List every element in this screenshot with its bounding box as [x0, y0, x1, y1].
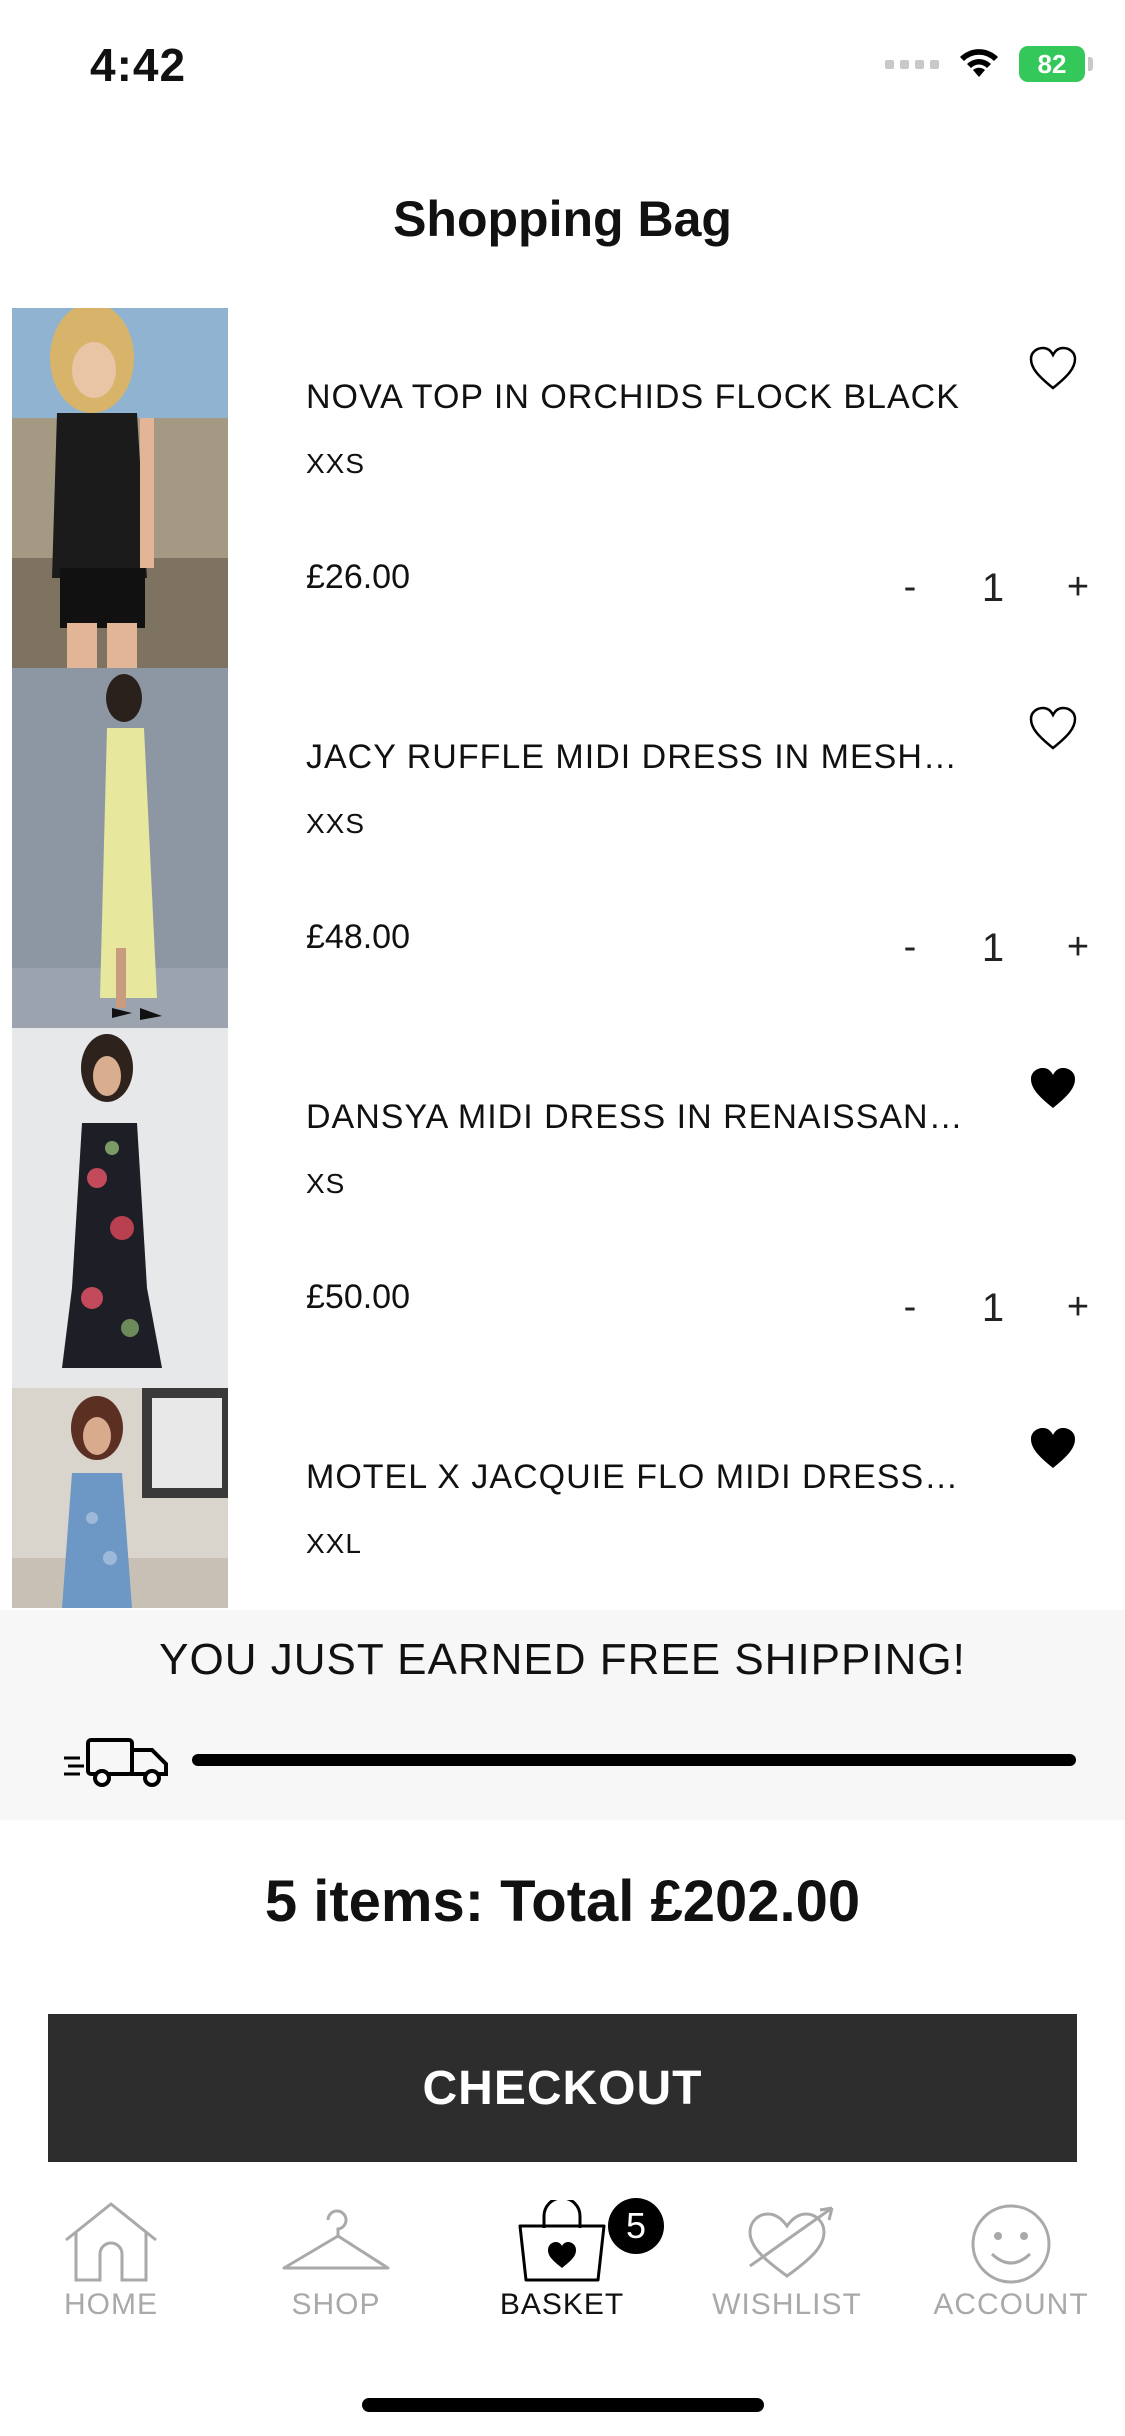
- quantity-decrease-button[interactable]: -: [880, 566, 940, 609]
- item-price: £48.00: [306, 918, 410, 956]
- item-size: XXL: [306, 1528, 362, 1559]
- wishlist-heart-outline-icon[interactable]: [1028, 706, 1078, 752]
- tab-home[interactable]: HOME: [6, 2200, 216, 2330]
- item-price: £26.00: [306, 558, 410, 596]
- tab-label: ACCOUNT: [933, 2288, 1089, 2321]
- quantity-stepper[interactable]: - 1 +: [880, 926, 1120, 986]
- quantity-stepper[interactable]: - 1 +: [880, 1286, 1120, 1346]
- item-name[interactable]: NOVA TOP IN ORCHIDS FLOCK BLACK: [306, 378, 966, 417]
- heart-arrow-icon: [748, 2206, 834, 2278]
- item-price: £50.00: [306, 1278, 410, 1316]
- wishlist-heart-filled-icon[interactable]: [1028, 1426, 1078, 1472]
- bag-item[interactable]: NOVA TOP IN ORCHIDS FLOCK BLACK XXS £26.…: [0, 308, 1125, 668]
- item-size: XXS: [306, 448, 366, 479]
- item-size: XXS: [306, 808, 366, 839]
- tab-wishlist[interactable]: WISHLIST: [682, 2200, 892, 2330]
- product-image[interactable]: [12, 1028, 228, 1388]
- home-indicator[interactable]: [362, 2398, 764, 2412]
- quantity-decrease-button[interactable]: -: [880, 1286, 940, 1329]
- quantity-value: 1: [981, 1286, 1005, 1330]
- status-time: 4:42: [90, 39, 187, 91]
- bag-item-list[interactable]: NOVA TOP IN ORCHIDS FLOCK BLACK XXS £26.…: [0, 308, 1125, 1608]
- free-shipping-banner: YOU JUST EARNED FREE SHIPPING!: [0, 1610, 1125, 1820]
- quantity-increase-button[interactable]: +: [1048, 1286, 1108, 1329]
- product-image[interactable]: [12, 1388, 228, 1608]
- quantity-value: 1: [981, 926, 1005, 970]
- quantity-stepper[interactable]: - 1 +: [880, 566, 1120, 626]
- order-total: 5 items: Total £202.00: [264, 1869, 861, 1934]
- tab-account[interactable]: ACCOUNT: [906, 2200, 1116, 2330]
- bag-item[interactable]: JACY RUFFLE MIDI DRESS IN MESH L... XXS …: [0, 668, 1125, 1028]
- bag-item[interactable]: DANSYA MIDI DRESS IN RENAISSANC... XS £5…: [0, 1028, 1125, 1388]
- basket-count-badge: 5: [608, 2198, 664, 2254]
- item-size: XS: [306, 1168, 346, 1199]
- quantity-increase-button[interactable]: +: [1048, 926, 1108, 969]
- delivery-truck-icon: [64, 1738, 168, 1787]
- page-title: Shopping Bag: [393, 191, 732, 247]
- tab-label: BASKET: [499, 2288, 625, 2321]
- smiley-icon: [971, 2204, 1051, 2284]
- cellular-signal-icon: [885, 59, 939, 69]
- battery-level: 82: [1037, 48, 1067, 79]
- checkout-button[interactable]: CHECKOUT: [48, 2014, 1077, 2162]
- free-shipping-message: YOU JUST EARNED FREE SHIPPING!: [159, 1635, 966, 1684]
- tab-shop[interactable]: SHOP: [231, 2200, 441, 2330]
- shipping-progress-bar: [192, 1754, 1076, 1766]
- basket-icon: [518, 2200, 606, 2282]
- status-indicators: 82: [885, 46, 1093, 82]
- quantity-increase-button[interactable]: +: [1048, 566, 1108, 609]
- wishlist-heart-outline-icon[interactable]: [1028, 346, 1078, 392]
- product-image[interactable]: [12, 308, 228, 668]
- house-icon: [65, 2202, 157, 2282]
- quantity-value: 1: [981, 566, 1005, 610]
- tab-label: HOME: [64, 2288, 158, 2321]
- bag-item[interactable]: MOTEL X JACQUIE FLO MIDI DRESS I... XXL: [0, 1388, 1125, 1608]
- tab-label: SHOP: [291, 2288, 381, 2321]
- tab-label: WISHLIST: [712, 2288, 862, 2321]
- wishlist-heart-filled-icon[interactable]: [1028, 1066, 1078, 1112]
- quantity-decrease-button[interactable]: -: [880, 926, 940, 969]
- item-name[interactable]: DANSYA MIDI DRESS IN RENAISSANC...: [306, 1098, 966, 1137]
- battery-icon: 82: [1019, 46, 1093, 82]
- product-image[interactable]: [12, 668, 228, 1028]
- wifi-icon: [960, 49, 998, 77]
- item-name[interactable]: MOTEL X JACQUIE FLO MIDI DRESS I...: [306, 1458, 966, 1497]
- item-name[interactable]: JACY RUFFLE MIDI DRESS IN MESH L...: [306, 738, 966, 777]
- hanger-icon: [282, 2209, 390, 2270]
